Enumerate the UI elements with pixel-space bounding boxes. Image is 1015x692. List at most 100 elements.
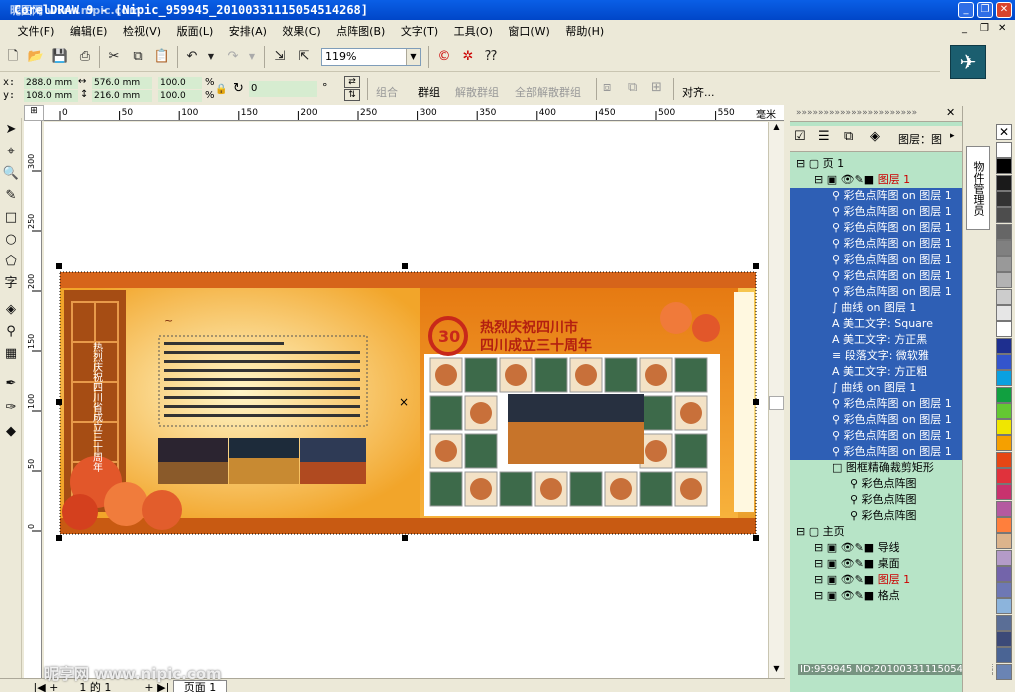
object-tree-row[interactable]: ⊟ ▢ 页 1 — [790, 156, 962, 172]
color-swatch[interactable] — [996, 288, 1012, 305]
width-field[interactable]: 576.0 mm — [92, 77, 152, 89]
color-swatch[interactable] — [996, 272, 1012, 289]
fill-tool-icon[interactable]: ◆ — [2, 423, 20, 441]
horizontal-ruler[interactable]: 0 50 100 150 200 250 300 350 400 450 500 550 毫米 — [44, 105, 784, 121]
color-swatch[interactable] — [996, 451, 1012, 468]
object-tree-row[interactable]: ⚲ 彩色点阵图 on 图层 1 — [790, 268, 962, 284]
scroll-up-icon[interactable]: ▲ — [769, 122, 784, 136]
x-position-field[interactable]: 288.0 mm — [24, 77, 78, 89]
shape-tool-icon[interactable]: ⌖ — [2, 143, 20, 161]
vertical-scrollbar[interactable]: ▲ ▼ — [768, 122, 784, 680]
menu-tools[interactable]: 工具(O) — [448, 20, 499, 39]
corel-tutor-icon[interactable]: ✲ — [459, 48, 477, 66]
object-tree-row[interactable]: ⚲ 彩色点阵图 — [790, 492, 962, 508]
color-swatch[interactable] — [996, 631, 1012, 647]
color-swatch[interactable] — [996, 305, 1012, 321]
scroll-thumb[interactable] — [769, 396, 784, 410]
color-swatch[interactable] — [996, 614, 1012, 631]
color-swatch[interactable] — [996, 142, 1012, 158]
doc-close-icon[interactable]: ✕ — [998, 23, 1006, 34]
pen-tool-icon[interactable]: ✑ — [2, 399, 20, 417]
drawing-canvas[interactable]: ~ 30 热烈庆祝四川市 四川成立三十周年 热烈庆祝四川省成立三十周年 × — [44, 122, 784, 680]
object-tree-row[interactable]: ⚲ 彩色点阵图 on 图层 1 — [790, 284, 962, 300]
new-file-icon[interactable]: 🗋 — [4, 48, 22, 66]
minimize-button[interactable]: _ — [958, 2, 974, 18]
mirror-vertical-icon[interactable]: ⇅ — [344, 89, 360, 101]
pick-tool-icon[interactable]: ➤ — [2, 121, 20, 139]
text-tool-icon[interactable]: 字 — [2, 275, 20, 293]
menu-bitmaps[interactable]: 点阵图(B) — [330, 20, 391, 39]
show-object-properties-icon[interactable]: ☰ — [818, 129, 830, 144]
menu-edit[interactable]: 编辑(E) — [64, 20, 114, 39]
open-file-icon[interactable]: 📂 — [27, 48, 45, 66]
zoom-combo[interactable]: 119% ▼ — [321, 48, 421, 66]
menu-text[interactable]: 文字(T) — [395, 20, 444, 39]
ruler-origin[interactable]: ⊞ — [24, 105, 44, 121]
object-tree-row[interactable]: ⚲ 彩色点阵图 on 图层 1 — [790, 220, 962, 236]
color-swatch[interactable] — [996, 353, 1012, 370]
color-swatch[interactable] — [996, 386, 1012, 403]
zoom-dropdown-icon[interactable]: ▼ — [406, 49, 420, 65]
print-icon[interactable]: ⎙ — [76, 48, 94, 66]
restore-button[interactable]: ❐ — [977, 2, 993, 18]
mirror-horizontal-icon[interactable]: ⇄ — [344, 76, 360, 88]
object-tree-row[interactable]: ⊟ ▣ 👁✎■ 格点 — [790, 588, 962, 604]
menu-view[interactable]: 检视(V) — [117, 20, 167, 39]
menu-layout[interactable]: 版面(L) — [171, 20, 220, 39]
import-icon[interactable]: ⇲ — [271, 48, 289, 66]
layer-visibility-icons[interactable]: 👁✎■ — [841, 557, 878, 570]
group-button[interactable]: 组合 — [376, 84, 398, 100]
zoom-tool-icon[interactable]: 🔍 — [2, 165, 20, 183]
export-icon[interactable]: ⇱ — [295, 48, 313, 66]
cut-icon[interactable]: ✂ — [105, 48, 123, 66]
color-swatch[interactable] — [996, 533, 1012, 550]
layer-visibility-icons[interactable]: 👁✎■ — [841, 173, 878, 186]
color-swatch[interactable] — [996, 370, 1012, 387]
layer-menu-arrow-icon[interactable]: ▸ — [950, 131, 955, 141]
color-swatch[interactable] — [996, 402, 1012, 419]
rotation-angle-field[interactable]: 0 — [249, 81, 317, 97]
paste-icon[interactable]: 📋 — [153, 48, 171, 66]
layer-visibility-icons[interactable]: 👁✎■ — [841, 573, 878, 586]
object-tree-row[interactable]: ∫ 曲线 on 图层 1 — [790, 300, 962, 316]
undo-icon[interactable]: ↶ — [183, 48, 201, 66]
ungroup-all-button[interactable]: 全部解散群组 — [515, 84, 581, 100]
menu-effects[interactable]: 效果(C) — [276, 20, 326, 39]
object-tree-row[interactable]: ⊟ ▣ 👁✎■ 桌面 — [790, 556, 962, 572]
object-tree-row[interactable]: ⊟ ▣ 👁✎■ 图层 1 — [790, 572, 962, 588]
new-layer-icon[interactable]: ◈ — [870, 129, 880, 144]
scroll-down-icon[interactable]: ▼ — [769, 664, 784, 678]
color-swatch[interactable] — [996, 321, 1012, 338]
color-swatch[interactable] — [996, 565, 1012, 582]
object-tree-row[interactable]: ⊟ ▣ 👁✎■ 导线 — [790, 540, 962, 556]
color-swatch[interactable] — [996, 190, 1012, 207]
weld-icon[interactable]: ⧈ — [603, 80, 611, 95]
edit-across-layers-icon[interactable]: ☑ — [794, 129, 806, 144]
undo-dropdown-icon[interactable]: ▼ — [202, 48, 220, 66]
object-tree-row[interactable]: ⊟ ▢ 主页 — [790, 524, 962, 540]
menu-arrange[interactable]: 安排(A) — [223, 20, 273, 39]
no-color-swatch[interactable]: ✕ — [996, 124, 1012, 140]
blend-tool-icon[interactable]: ▦ — [2, 345, 20, 363]
object-tree-row[interactable]: ⚲ 彩色点阵图 on 图层 1 — [790, 412, 962, 428]
redo-icon[interactable]: ↷ — [224, 48, 242, 66]
scale-y-field[interactable]: 100.0 — [158, 90, 202, 102]
object-tree-row[interactable]: A 美工文字: Square — [790, 316, 962, 332]
object-tree-row[interactable]: ⚲ 彩色点阵图 on 图层 1 — [790, 188, 962, 204]
object-tree-row[interactable]: ⚲ 彩色点阵图 on 图层 1 — [790, 444, 962, 460]
interactive-fill-icon[interactable]: ◈ — [2, 301, 20, 319]
save-icon[interactable]: 💾 — [51, 48, 69, 66]
object-tree-row[interactable]: A 美工文字: 方正黑 — [790, 332, 962, 348]
whats-this-help-icon[interactable]: ⁇ — [482, 48, 500, 66]
doc-restore-icon[interactable]: ❐ — [980, 23, 989, 34]
trim-icon[interactable]: ⧉ — [628, 80, 637, 95]
scale-x-field[interactable]: 100.0 — [158, 77, 202, 89]
object-tree-row[interactable]: ≡ 段落文字: 微软雅 — [790, 348, 962, 364]
redo-dropdown-icon[interactable]: ▼ — [243, 48, 261, 66]
outline-tool-icon[interactable]: ✒ — [2, 375, 20, 393]
layer-visibility-icons[interactable]: 👁✎■ — [841, 589, 878, 602]
color-swatch[interactable] — [996, 549, 1012, 566]
color-swatch[interactable] — [996, 468, 1012, 484]
doc-minimize-icon[interactable]: _ — [962, 23, 967, 34]
color-swatch[interactable] — [996, 516, 1012, 533]
